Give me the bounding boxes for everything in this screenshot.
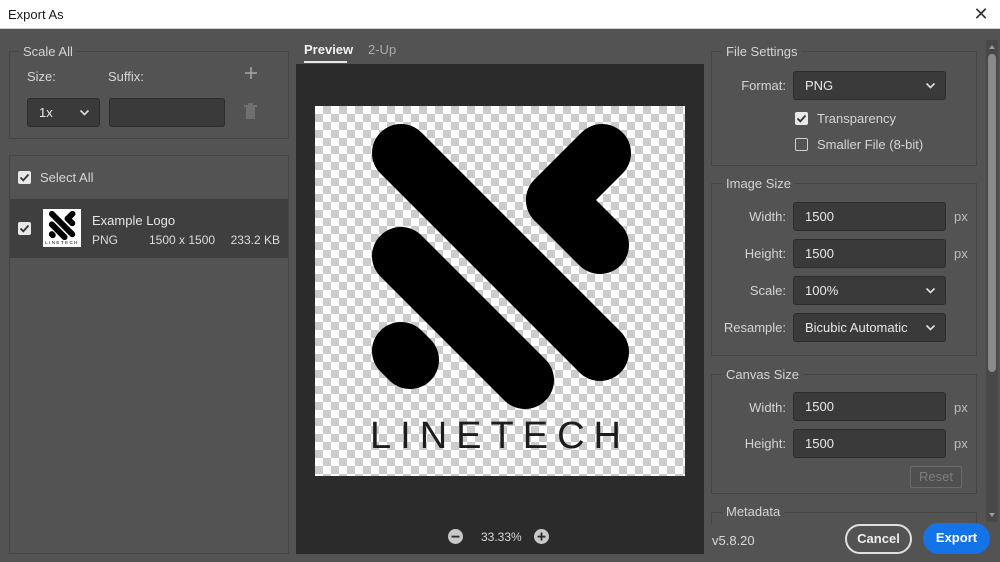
checkmark-icon xyxy=(19,224,30,233)
image-height-label: Height: xyxy=(744,246,786,261)
active-tab-indicator xyxy=(304,61,347,63)
asset-row[interactable]: LINETECH Example Logo PNG 1500 x 1500 23… xyxy=(10,199,288,258)
asset-checkbox[interactable] xyxy=(18,222,31,235)
smaller-file-label: Smaller File (8-bit) xyxy=(817,137,924,152)
close-icon[interactable]: ✕ xyxy=(972,4,990,24)
canvas-width-label: Width: xyxy=(749,400,786,415)
file-settings-title: File Settings xyxy=(722,44,802,59)
chevron-down-icon xyxy=(79,109,90,116)
asset-format: PNG xyxy=(92,233,119,247)
metadata-title: Metadata xyxy=(722,504,785,519)
smaller-file-checkbox[interactable] xyxy=(795,138,808,151)
format-dropdown[interactable]: PNG xyxy=(793,71,946,100)
tab-2-up[interactable]: 2-Up xyxy=(368,42,396,57)
asset-name: Example Logo xyxy=(92,213,176,228)
canvas-height-unit: px xyxy=(954,436,968,451)
checkmark-icon xyxy=(19,173,30,182)
format-label: Format: xyxy=(741,78,786,93)
image-width-input[interactable]: 1500 xyxy=(793,202,946,231)
canvas-width-input[interactable]: 1500 xyxy=(793,392,946,421)
svg-text:LINETECH: LINETECH xyxy=(45,240,79,245)
zoom-out-icon[interactable] xyxy=(448,529,463,544)
canvas-height-label: Height: xyxy=(744,436,786,451)
export-button[interactable]: Export xyxy=(923,523,990,554)
resample-dropdown[interactable]: Bicubic Automatic xyxy=(793,313,946,342)
zoom-in-icon[interactable] xyxy=(534,529,549,544)
select-all-checkbox[interactable] xyxy=(18,171,31,184)
reset-button[interactable]: Reset xyxy=(910,466,962,488)
size-value: 1x xyxy=(39,105,53,120)
image-size-title: Image Size xyxy=(722,176,796,191)
scale-all-title: Scale All xyxy=(19,44,77,59)
canvas-size-title: Canvas Size xyxy=(722,367,803,382)
preview-area: LINETECH 33.33% xyxy=(296,64,704,554)
size-label: Size: xyxy=(27,69,56,84)
asset-thumbnail: LINETECH xyxy=(43,209,81,247)
chevron-down-icon xyxy=(925,324,936,331)
cancel-button[interactable]: Cancel xyxy=(845,524,912,554)
zoom-level: 33.33% xyxy=(481,530,522,544)
size-dropdown[interactable]: 1x xyxy=(27,98,100,127)
logo-stroke-dot xyxy=(372,322,439,389)
window-title: Export As xyxy=(8,7,64,22)
trash-icon[interactable] xyxy=(243,103,258,120)
checkmark-icon xyxy=(796,114,807,123)
tab-preview[interactable]: Preview xyxy=(304,42,353,57)
select-all-label: Select All xyxy=(40,170,94,185)
logo-stroke-chevron-bottom xyxy=(526,171,629,274)
scale-label: Scale: xyxy=(749,283,786,298)
image-width-label: Width: xyxy=(749,209,786,224)
transparency-label: Transparency xyxy=(817,111,896,126)
scroll-down-icon[interactable] xyxy=(986,510,998,520)
settings-scrollbar[interactable] xyxy=(986,40,998,522)
scale-dropdown[interactable]: 100% xyxy=(793,276,946,305)
chevron-down-icon xyxy=(925,287,936,294)
suffix-label: Suffix: xyxy=(108,69,144,84)
image-height-input[interactable]: 1500 xyxy=(793,239,946,268)
title-bar: Export As ✕ xyxy=(0,0,1000,29)
scrollbar-thumb[interactable] xyxy=(988,54,996,372)
logo-text: LINETECH xyxy=(370,415,630,457)
suffix-input[interactable] xyxy=(109,98,225,127)
scale-value: 100% xyxy=(805,283,839,298)
preview-image: LINETECH xyxy=(315,106,685,476)
asset-filesize: 233.2 KB xyxy=(230,233,280,247)
transparency-checkbox[interactable] xyxy=(795,112,808,125)
resample-label: Resample: xyxy=(723,320,786,335)
resample-value: Bicubic Automatic xyxy=(805,320,908,335)
logo-graphic: LINETECH xyxy=(370,124,631,457)
scroll-up-icon[interactable] xyxy=(986,42,998,52)
chevron-down-icon xyxy=(925,82,936,89)
image-height-unit: px xyxy=(954,246,968,261)
asset-dimensions: 1500 x 1500 xyxy=(149,233,216,247)
version-label: v5.8.20 xyxy=(712,533,755,548)
format-value: PNG xyxy=(805,78,834,93)
canvas-width-unit: px xyxy=(954,400,968,415)
image-width-unit: px xyxy=(954,209,968,224)
add-icon[interactable] xyxy=(243,65,259,81)
canvas-height-input[interactable]: 1500 xyxy=(793,429,946,458)
